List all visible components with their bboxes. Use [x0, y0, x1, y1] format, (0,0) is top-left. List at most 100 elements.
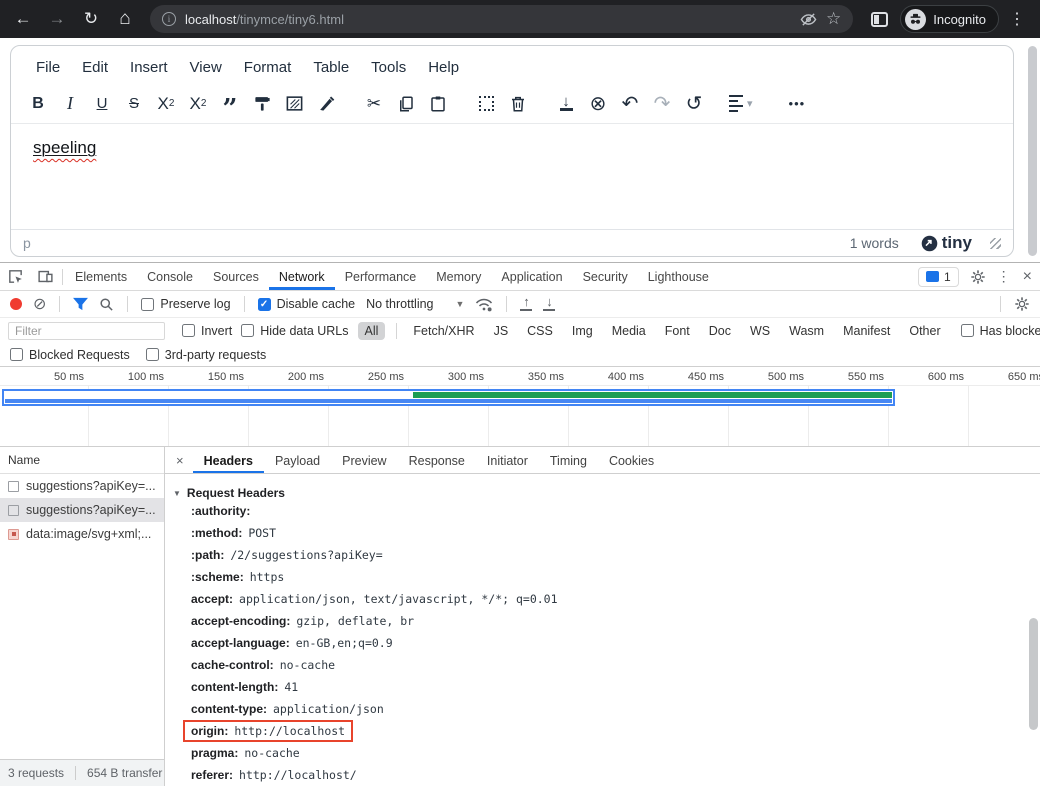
request-row[interactable]: suggestions?apiKey=... — [0, 474, 164, 498]
devtools-close-icon[interactable]: × — [1015, 263, 1040, 290]
permanent-pen-icon[interactable] — [313, 91, 339, 117]
undo-icon[interactable]: ↶ — [617, 91, 643, 117]
tab-memory[interactable]: Memory — [426, 263, 491, 290]
clear-icon[interactable]: ⊘ — [33, 294, 46, 314]
delete-icon[interactable] — [505, 91, 531, 117]
detail-close-icon[interactable]: × — [167, 453, 193, 468]
menu-tools[interactable]: Tools — [360, 55, 417, 80]
side-panel-icon[interactable] — [871, 12, 888, 27]
more-toolbar-icon[interactable]: ••• — [789, 91, 806, 117]
url-text[interactable]: localhost/tinymce/tiny6.html — [185, 12, 344, 27]
menu-edit[interactable]: Edit — [71, 55, 119, 80]
preserve-log-toggle[interactable]: Preserve log — [141, 297, 230, 311]
filter-type-doc[interactable]: Doc — [704, 322, 736, 340]
menu-help[interactable]: Help — [417, 55, 470, 80]
export-har-icon[interactable]: ↓ — [543, 297, 555, 311]
forward-icon[interactable]: → — [42, 4, 72, 34]
menu-view[interactable]: View — [179, 55, 233, 80]
bookmark-star-icon[interactable]: ☆ — [826, 9, 841, 29]
throttling-dropdown[interactable]: No throttling ▼ — [366, 297, 464, 311]
select-all-icon[interactable] — [473, 91, 499, 117]
strikethrough-icon[interactable]: S — [121, 91, 147, 117]
filter-funnel-icon[interactable] — [73, 297, 88, 311]
preserve-log-checkbox[interactable] — [141, 298, 154, 311]
tab-elements[interactable]: Elements — [65, 263, 137, 290]
underline-icon[interactable]: U — [89, 91, 115, 117]
filter-type-media[interactable]: Media — [607, 322, 651, 340]
requests-name-header[interactable]: Name — [0, 447, 164, 474]
has-blocked-cookies-checkbox[interactable] — [961, 324, 974, 337]
request-headers-title[interactable]: ▼ Request Headers — [173, 486, 1040, 500]
disable-cache-checkbox[interactable]: ✓ — [258, 298, 271, 311]
filter-type-font[interactable]: Font — [660, 322, 695, 340]
request-row[interactable]: data:image/svg+xml;... — [0, 522, 164, 546]
network-filter-input[interactable] — [8, 322, 165, 340]
filter-type-fetch-xhr[interactable]: Fetch/XHR — [408, 322, 479, 340]
disable-cache-toggle[interactable]: ✓ Disable cache — [258, 297, 356, 311]
third-party-requests-toggle[interactable]: 3rd-party requests — [146, 348, 266, 362]
tab-performance[interactable]: Performance — [335, 263, 427, 290]
tiny-branding[interactable]: tiny — [921, 233, 972, 253]
detail-tab-preview[interactable]: Preview — [331, 448, 397, 473]
hide-data-urls-toggle[interactable]: Hide data URLs — [241, 324, 348, 338]
overview-request-bar[interactable] — [2, 389, 895, 406]
cancel-icon[interactable]: ⊗ — [585, 91, 611, 117]
copy-icon[interactable] — [393, 91, 419, 117]
tab-console[interactable]: Console — [137, 263, 203, 290]
address-bar[interactable]: i localhost/tinymce/tiny6.html ☆ — [150, 5, 853, 33]
align-dropdown[interactable]: ▾ — [729, 91, 753, 117]
incognito-badge[interactable]: Incognito — [900, 5, 999, 33]
image-icon[interactable] — [281, 91, 307, 117]
network-overview-timeline[interactable]: 50 ms 100 ms 150 ms 200 ms 250 ms 300 ms… — [0, 367, 1040, 447]
devtools-settings-icon[interactable] — [963, 263, 993, 290]
filter-type-manifest[interactable]: Manifest — [838, 322, 895, 340]
has-blocked-cookies-toggle[interactable]: Has blocked cookies — [961, 324, 1040, 338]
filter-type-img[interactable]: Img — [567, 322, 598, 340]
invert-toggle[interactable]: Invert — [182, 324, 232, 338]
word-count[interactable]: 1 words — [850, 235, 899, 251]
detail-tab-timing[interactable]: Timing — [539, 448, 598, 473]
bold-icon[interactable]: B — [25, 91, 51, 117]
detail-tab-response[interactable]: Response — [398, 448, 476, 473]
filter-type-js[interactable]: JS — [489, 322, 514, 340]
tab-application[interactable]: Application — [491, 263, 572, 290]
network-settings-icon[interactable] — [1014, 296, 1030, 312]
detail-tab-initiator[interactable]: Initiator — [476, 448, 539, 473]
export-icon[interactable]: ↓ — [553, 91, 579, 117]
tab-sources[interactable]: Sources — [203, 263, 269, 290]
superscript-icon[interactable]: X2 — [185, 91, 211, 117]
network-conditions-icon[interactable] — [475, 297, 493, 312]
devtools-menu-icon[interactable]: ⋮ — [993, 263, 1015, 290]
site-info-icon[interactable]: i — [162, 12, 176, 26]
record-icon[interactable] — [10, 298, 22, 310]
redo-icon[interactable]: ↷ — [649, 91, 675, 117]
blockquote-icon[interactable]: ” — [217, 91, 243, 117]
editor-content[interactable]: speeling — [11, 124, 1013, 229]
element-path[interactable]: p — [23, 235, 31, 251]
invert-checkbox[interactable] — [182, 324, 195, 337]
eye-blocked-icon[interactable] — [800, 11, 817, 28]
import-har-icon[interactable]: ↑ — [520, 297, 532, 311]
detail-tab-headers[interactable]: Headers — [193, 448, 264, 473]
menu-file[interactable]: File — [25, 55, 71, 80]
search-icon[interactable] — [99, 297, 114, 312]
detail-scrollbar[interactable] — [1029, 618, 1038, 730]
back-icon[interactable]: ← — [8, 4, 38, 34]
italic-icon[interactable]: I — [57, 91, 83, 117]
tab-network[interactable]: Network — [269, 263, 335, 290]
resize-handle[interactable] — [990, 238, 1001, 249]
restore-draft-icon[interactable]: ↺ — [681, 91, 707, 117]
menu-format[interactable]: Format — [233, 55, 303, 80]
filter-type-other[interactable]: Other — [904, 322, 945, 340]
subscript-icon[interactable]: X2 — [153, 91, 179, 117]
inspect-element-icon[interactable] — [0, 263, 30, 290]
menu-insert[interactable]: Insert — [119, 55, 179, 80]
filter-type-all[interactable]: All — [358, 322, 386, 340]
format-painter-icon[interactable] — [249, 91, 275, 117]
paste-icon[interactable] — [425, 91, 451, 117]
request-row-selected[interactable]: suggestions?apiKey=... — [0, 498, 164, 522]
third-party-requests-checkbox[interactable] — [146, 348, 159, 361]
blocked-requests-toggle[interactable]: Blocked Requests — [10, 348, 130, 362]
page-scrollbar[interactable] — [1028, 46, 1037, 256]
tab-security[interactable]: Security — [573, 263, 638, 290]
